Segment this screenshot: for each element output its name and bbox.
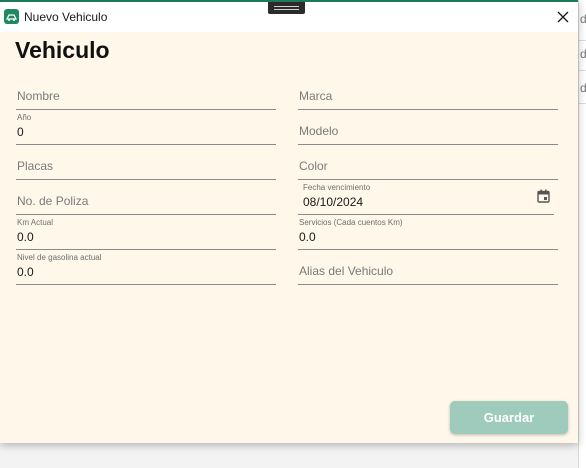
servicios-field[interactable]: Servicios (Cada cuentos Km) 0.0 (298, 214, 558, 250)
color-placeholder: Color (299, 159, 328, 173)
background-divider (579, 40, 586, 41)
background-text: da (580, 47, 586, 61)
calendar-icon[interactable] (537, 189, 550, 203)
background-text: da (580, 12, 586, 26)
car-app-icon (4, 9, 19, 24)
modelo-field[interactable]: Modelo (298, 109, 558, 145)
alias-placeholder: Alias del Vehiculo (299, 264, 394, 278)
background-divider (579, 103, 586, 104)
fecha-vencimiento-value: 08/10/2024 (303, 195, 364, 209)
km-actual-value: 0.0 (17, 230, 34, 244)
alias-field[interactable]: Alias del Vehiculo (298, 249, 558, 285)
placas-placeholder: Placas (17, 159, 54, 173)
background-divider (579, 70, 586, 71)
marca-placeholder: Marca (299, 89, 333, 103)
placas-field[interactable]: Placas (16, 144, 276, 180)
new-vehicle-dialog: Nuevo Vehiculo Vehiculo Nombre Marca Año… (0, 0, 578, 443)
close-button[interactable] (548, 4, 578, 30)
marca-field[interactable]: Marca (298, 74, 558, 110)
page-title: Vehiculo (15, 37, 110, 63)
nivel-gasolina-label: Nivel de gasolina actual (17, 253, 102, 262)
anio-label: Año (17, 113, 32, 122)
fecha-vencimiento-label: Fecha vencimiento (303, 183, 371, 192)
drag-handle[interactable] (268, 2, 305, 14)
servicios-value: 0.0 (299, 230, 316, 244)
background-text: da (580, 81, 586, 95)
close-icon (557, 11, 569, 23)
modelo-placeholder: Modelo (299, 124, 339, 138)
servicios-label: Servicios (Cada cuentos Km) (299, 218, 403, 227)
background-app-window: da da da (578, 0, 586, 468)
km-actual-label: Km Actual (17, 218, 54, 227)
nombre-placeholder: Nombre (17, 89, 60, 103)
fecha-vencimiento-field[interactable]: Fecha vencimiento 08/10/2024 (298, 179, 554, 215)
poliza-placeholder: No. de Poliza (17, 194, 89, 208)
anio-value: 0 (17, 125, 24, 139)
km-actual-field[interactable]: Km Actual 0.0 (16, 214, 276, 250)
nivel-gasolina-field[interactable]: Nivel de gasolina actual 0.0 (16, 249, 276, 285)
nivel-gasolina-value: 0.0 (17, 265, 34, 279)
window-title: Nuevo Vehiculo (24, 10, 108, 24)
anio-field[interactable]: Año 0 (16, 109, 276, 145)
color-field[interactable]: Color (298, 144, 558, 180)
poliza-field[interactable]: No. de Poliza (16, 179, 276, 215)
nombre-field[interactable]: Nombre (16, 74, 276, 110)
save-button[interactable]: Guardar (450, 401, 568, 434)
